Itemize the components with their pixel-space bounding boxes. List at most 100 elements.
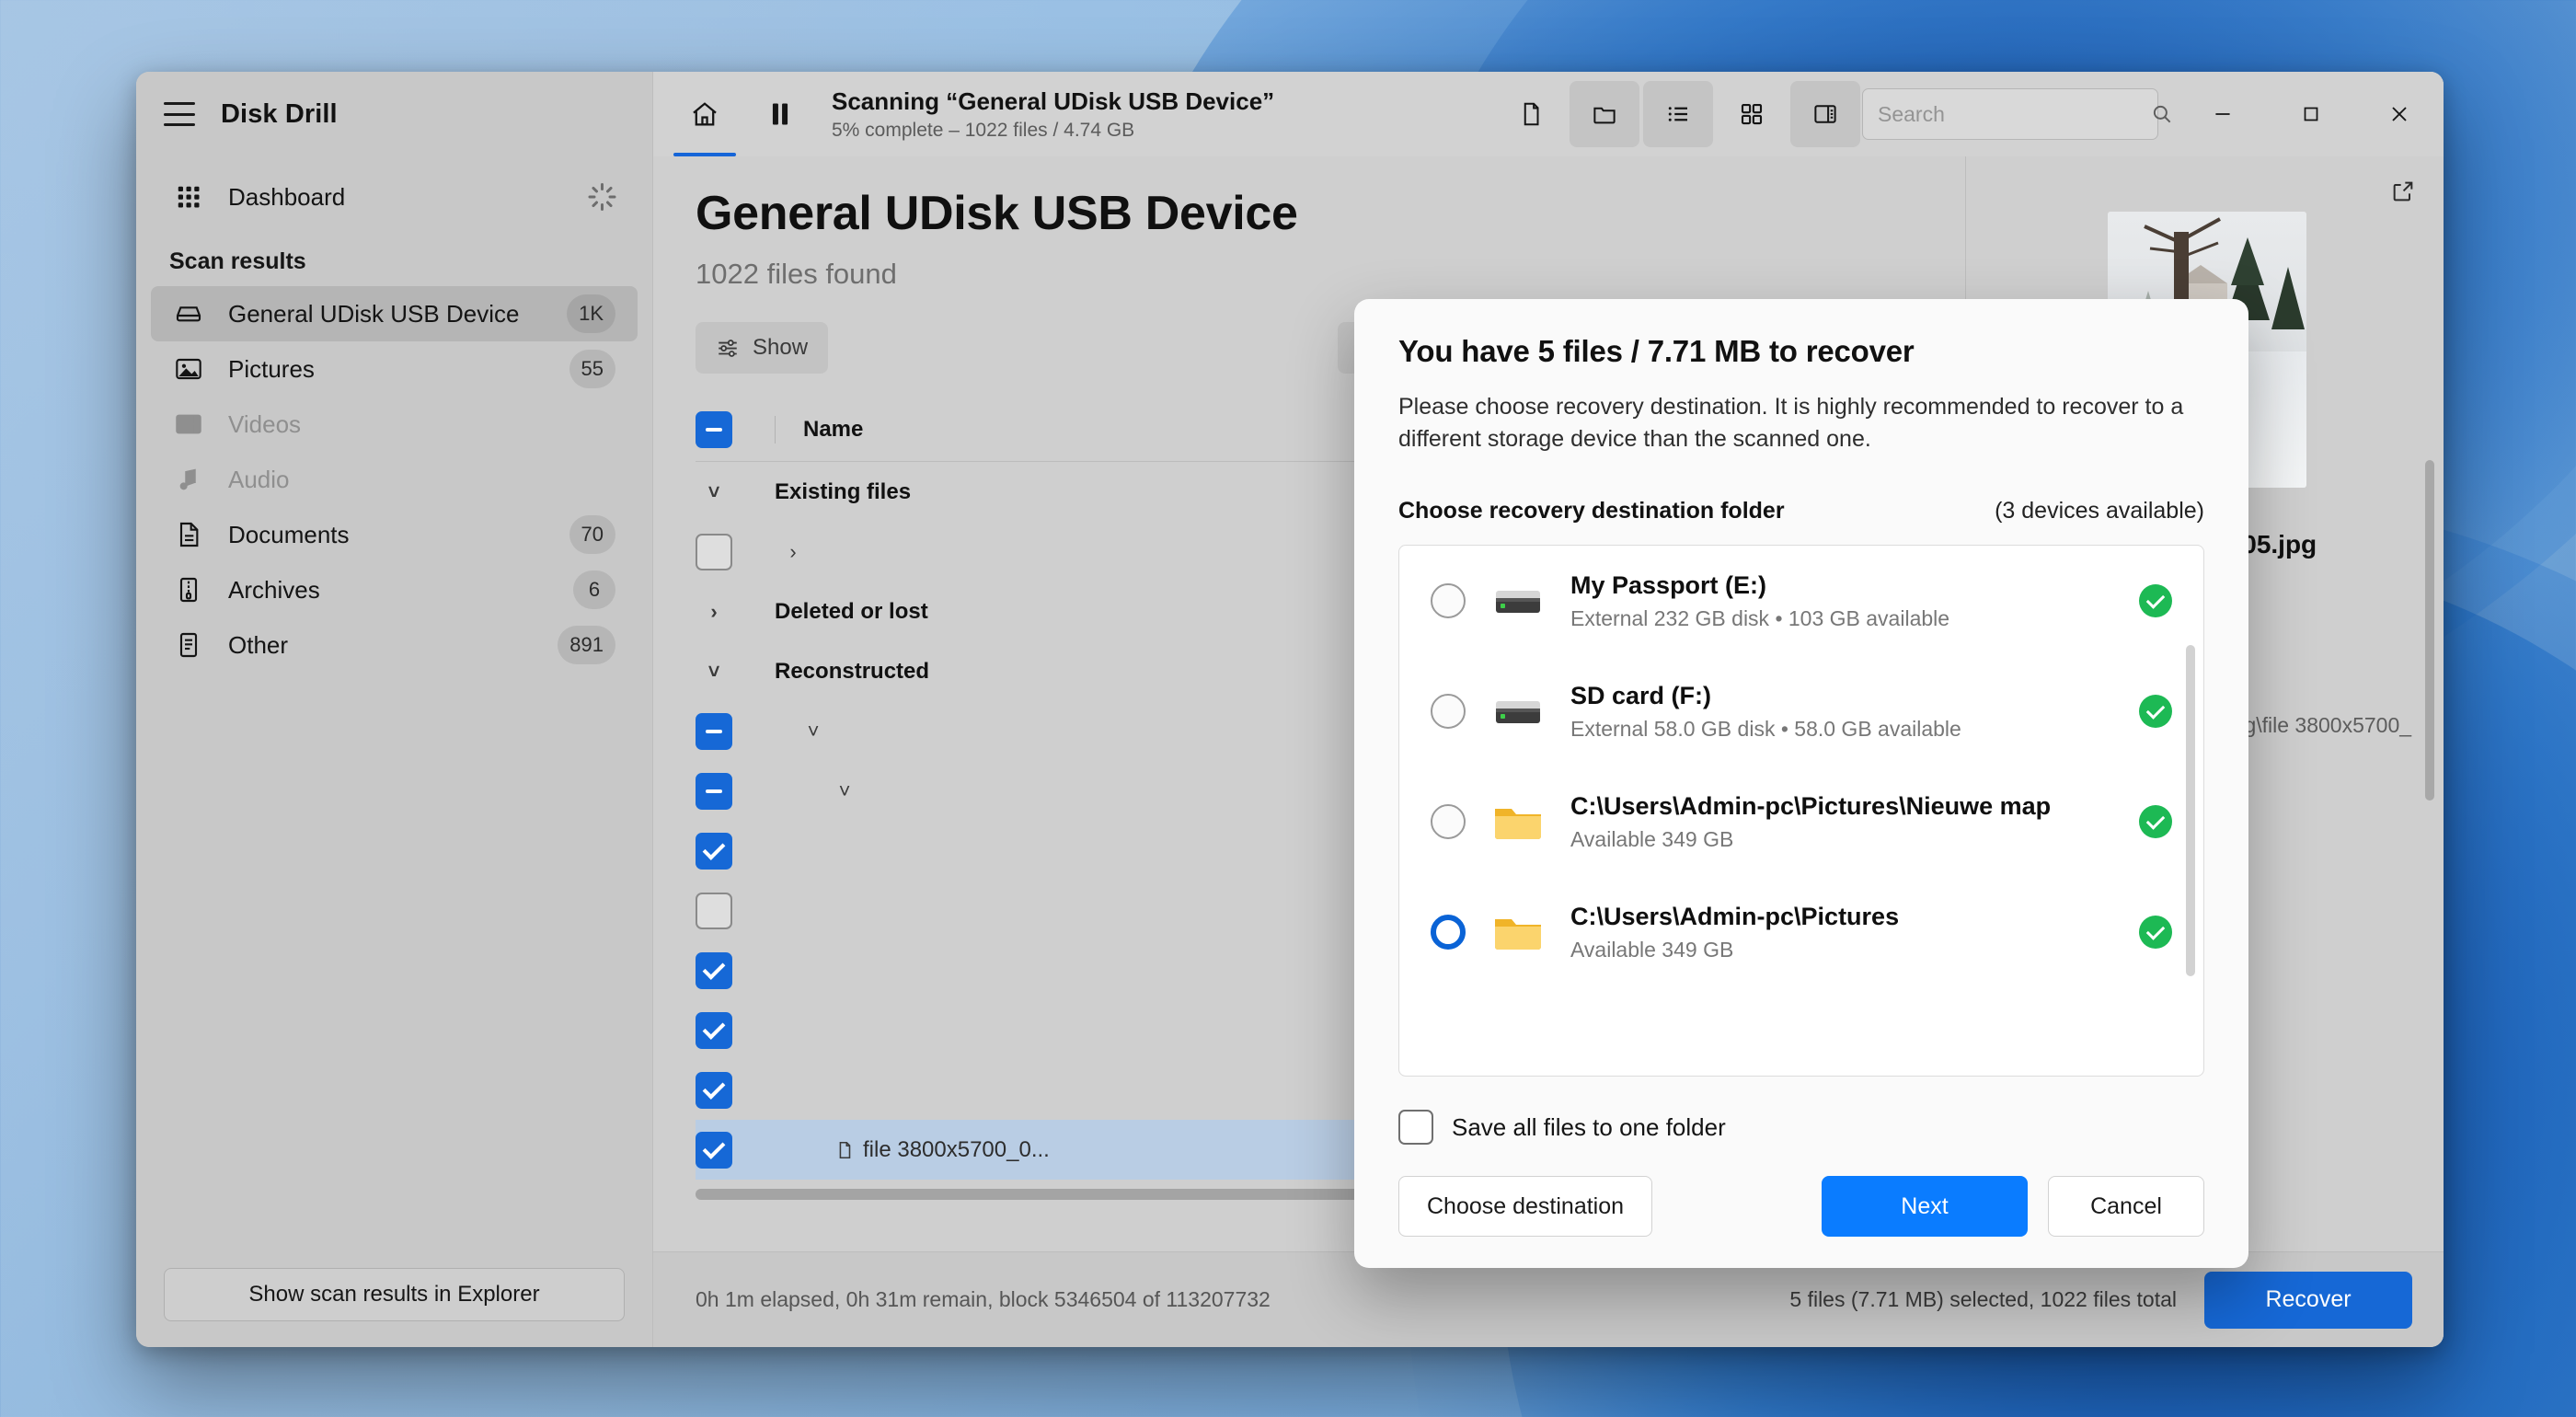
toolbar: Scanning “General UDisk USB Device” 5% c… <box>653 72 2444 156</box>
save-all-to-one-folder-checkbox[interactable] <box>1398 1110 1433 1145</box>
destination-option-sd-card[interactable]: SD card (F:) External 58.0 GB disk • 58.… <box>1399 656 2203 766</box>
destination-radio[interactable] <box>1431 583 1466 618</box>
destination-status-ok-icon <box>2139 916 2172 949</box>
sidebar-item-videos[interactable]: Videos <box>151 397 638 452</box>
file-view-button[interactable] <box>1496 81 1566 147</box>
window-controls <box>2179 72 2444 156</box>
destination-name: C:\Users\Admin-pc\Pictures <box>1570 902 1900 930</box>
folder-icon <box>1489 801 1547 843</box>
sidebar-item-pictures[interactable]: Pictures 55 <box>151 341 638 397</box>
dashboard-grid-icon <box>173 181 204 213</box>
audio-icon <box>173 464 204 495</box>
archive-icon <box>173 574 204 605</box>
sidebar-footer: Show scan results in Explorer <box>136 1268 652 1347</box>
sidebar-item-label: Pictures <box>228 354 315 383</box>
dialog-section-label: Choose recovery destination folder <box>1398 498 1785 524</box>
dialog-device-count: (3 devices available) <box>1995 498 2204 524</box>
destination-radio[interactable] <box>1431 694 1466 729</box>
tab-home[interactable] <box>666 72 743 156</box>
sidebar-item-label: Audio <box>228 465 290 493</box>
sidebar-item-badge: 55 <box>569 350 615 388</box>
sidebar-item-badge: 6 <box>573 570 615 609</box>
loading-spinner-icon <box>588 183 615 211</box>
device-list-scrollbar[interactable] <box>2186 645 2195 976</box>
sidebar-section-title: Scan results <box>169 248 306 274</box>
list-view-button[interactable] <box>1643 81 1713 147</box>
sidebar-item-label: Documents <box>228 520 350 548</box>
maximize-icon <box>2299 102 2323 126</box>
sidebar-item-label: General UDisk USB Device <box>228 299 520 328</box>
document-icon <box>173 519 204 550</box>
recover-button[interactable]: Recover <box>2204 1271 2412 1329</box>
sidebar: Disk Drill Dashboard Scan results Genera… <box>136 72 653 1347</box>
destination-meta: External 232 GB disk • 103 GB available <box>1570 605 1950 630</box>
content-area: General UDisk USB Device 1022 files foun… <box>653 156 2444 1268</box>
pause-icon <box>767 100 793 128</box>
close-button[interactable] <box>2355 72 2444 156</box>
save-all-to-one-folder-label: Save all files to one folder <box>1452 1112 1726 1141</box>
sidebar-header: Disk Drill <box>136 72 652 156</box>
hard-drive-icon <box>173 298 204 329</box>
search-icon <box>2150 102 2174 126</box>
destination-meta: Available 349 GB <box>1570 826 1734 851</box>
destination-option-pictures-nieuwe-map[interactable]: C:\Users\Admin-pc\Pictures\Nieuwe map Av… <box>1399 766 2203 877</box>
destination-name: C:\Users\Admin-pc\Pictures\Nieuwe map <box>1570 791 2052 820</box>
grid-view-button[interactable] <box>1717 81 1787 147</box>
save-all-row[interactable]: Save all files to one folder <box>1398 1110 2204 1145</box>
sidebar-item-label: Other <box>228 630 289 659</box>
sidebar-item-badge: 891 <box>558 626 615 664</box>
dialog-description: Please choose recovery destination. It i… <box>1398 394 2184 452</box>
destination-option-my-passport[interactable]: My Passport (E:) External 232 GB disk • … <box>1399 546 2203 656</box>
modal-overlay: You have 5 files / 7.71 MB to recover Pl… <box>653 156 2444 1268</box>
choose-destination-button[interactable]: Choose destination <box>1398 1176 1653 1237</box>
sidebar-item-general-udisk-usb-device[interactable]: General UDisk USB Device 1K <box>151 286 638 341</box>
destination-text: My Passport (E:) External 232 GB disk • … <box>1570 571 2115 631</box>
destination-text: C:\Users\Admin-pc\Pictures Available 349… <box>1570 903 2115 962</box>
sidebar-item-audio[interactable]: Audio <box>151 452 638 507</box>
hard-drive-icon <box>1489 690 1547 732</box>
hard-drive-icon <box>1489 580 1547 622</box>
dialog-section-row: Choose recovery destination folder (3 de… <box>1398 498 2204 524</box>
sidebar-item-documents[interactable]: Documents 70 <box>151 507 638 562</box>
destination-radio[interactable] <box>1431 804 1466 839</box>
scan-title: Scanning “General UDisk USB Device” <box>832 86 1275 115</box>
sidebar-item-other[interactable]: Other 891 <box>151 617 638 673</box>
list-view-icon <box>1664 100 1692 128</box>
details-panel-toggle-button[interactable] <box>1790 81 1860 147</box>
hamburger-menu-icon[interactable] <box>164 102 195 126</box>
next-button[interactable]: Next <box>1822 1176 2028 1237</box>
pause-scan-button[interactable] <box>745 81 815 147</box>
folder-icon <box>1489 911 1547 953</box>
sidebar-item-label: Dashboard <box>228 182 346 211</box>
sidebar-item-dashboard[interactable]: Dashboard <box>151 169 638 225</box>
scan-progress-text: 0h 1m elapsed, 0h 31m remain, block 5346… <box>696 1287 1271 1311</box>
file-icon <box>1517 100 1545 128</box>
video-icon <box>173 409 204 440</box>
app-title: Disk Drill <box>221 98 338 129</box>
other-file-icon <box>173 629 204 661</box>
home-icon <box>689 98 720 130</box>
show-scan-results-in-explorer-button[interactable]: Show scan results in Explorer <box>164 1268 625 1321</box>
search-input[interactable] <box>1878 101 2150 127</box>
destination-status-ok-icon <box>2139 695 2172 728</box>
destination-device-list: My Passport (E:) External 232 GB disk • … <box>1398 545 2204 1077</box>
folder-icon <box>1591 100 1618 128</box>
search-box[interactable] <box>1862 88 2171 140</box>
main-area: Scanning “General UDisk USB Device” 5% c… <box>653 72 2444 1347</box>
cancel-button[interactable]: Cancel <box>2048 1176 2204 1237</box>
destination-text: C:\Users\Admin-pc\Pictures\Nieuwe map Av… <box>1570 792 2115 852</box>
folder-view-button[interactable] <box>1570 81 1639 147</box>
details-panel-icon <box>1811 100 1839 128</box>
destination-radio-selected[interactable] <box>1431 915 1466 950</box>
destination-option-pictures[interactable]: C:\Users\Admin-pc\Pictures Available 349… <box>1399 877 2203 987</box>
scan-status: Scanning “General UDisk USB Device” 5% c… <box>817 72 1289 156</box>
destination-text: SD card (F:) External 58.0 GB disk • 58.… <box>1570 682 2115 742</box>
recovery-destination-dialog: You have 5 files / 7.71 MB to recover Pl… <box>1354 299 2248 1268</box>
maximize-button[interactable] <box>2267 72 2355 156</box>
minimize-button[interactable] <box>2179 72 2267 156</box>
picture-icon <box>173 353 204 385</box>
sidebar-item-archives[interactable]: Archives 6 <box>151 562 638 617</box>
sidebar-item-badge: 70 <box>569 515 615 554</box>
disk-drill-window: Disk Drill Dashboard Scan results Genera… <box>136 72 2444 1347</box>
